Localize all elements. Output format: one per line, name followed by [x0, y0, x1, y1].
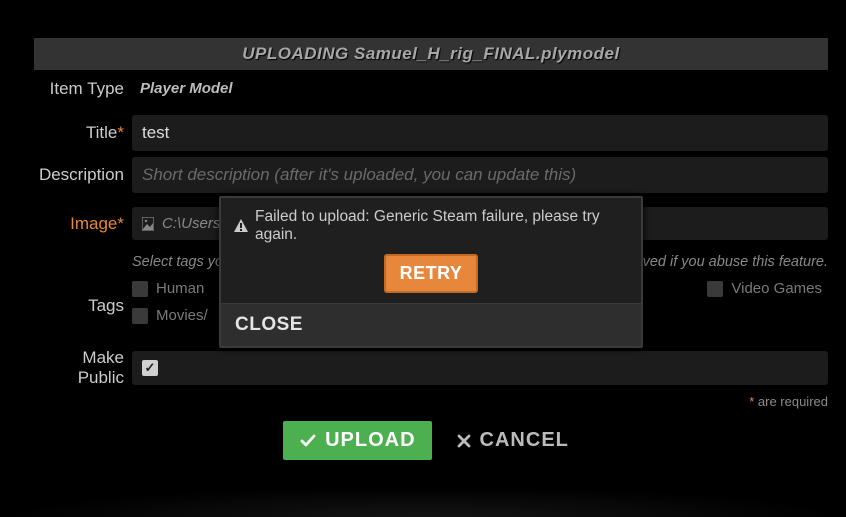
title-input[interactable]: [132, 115, 828, 151]
make-public-label: Make Public: [34, 348, 132, 388]
tags-label: Tags: [34, 254, 132, 316]
check-icon: [299, 432, 317, 450]
error-message-row: Failed to upload: Generic Steam failure,…: [221, 198, 641, 250]
make-public-row: Make Public: [34, 348, 828, 388]
banner-filename: Samuel_H_rig_FINAL.plymodel: [354, 44, 620, 63]
description-input[interactable]: [132, 157, 828, 193]
tag-movies[interactable]: Movies/: [132, 307, 208, 324]
checkbox-icon: [707, 281, 723, 297]
upload-banner: UPLOADING Samuel_H_rig_FINAL.plymodel: [34, 38, 828, 70]
item-type-value: Player Model: [132, 76, 828, 101]
image-path-text: C:\Users: [162, 215, 220, 232]
image-label: Image*: [34, 214, 132, 234]
retry-row: RETRY: [221, 250, 641, 303]
title-label: Title*: [34, 123, 132, 143]
warning-icon: [233, 218, 249, 234]
image-file-icon: [142, 217, 154, 231]
make-public-checkbox[interactable]: [142, 360, 158, 376]
banner-prefix: UPLOADING: [242, 44, 349, 63]
item-type-label: Item Type: [34, 79, 132, 99]
retry-button[interactable]: RETRY: [384, 254, 479, 293]
error-modal: Failed to upload: Generic Steam failure,…: [219, 196, 643, 348]
close-icon: [456, 433, 472, 449]
error-message-text: Failed to upload: Generic Steam failure,…: [255, 208, 629, 244]
close-row: CLOSE: [221, 303, 641, 346]
tag-video-games[interactable]: Video Games: [707, 280, 822, 297]
tag-human[interactable]: Human: [132, 280, 204, 297]
description-label: Description: [34, 165, 132, 185]
checkbox-icon: [132, 281, 148, 297]
form-actions: UPLOAD CANCEL: [34, 421, 828, 460]
required-note: * are required: [34, 394, 828, 409]
close-button[interactable]: CLOSE: [235, 314, 303, 336]
item-type-row: Item Type Player Model: [34, 76, 828, 101]
title-row: Title*: [34, 115, 828, 151]
floor-shadow: [0, 487, 846, 517]
upload-button[interactable]: UPLOAD: [283, 421, 431, 460]
cancel-button[interactable]: CANCEL: [446, 421, 579, 460]
checkbox-icon: [132, 308, 148, 324]
description-row: Description: [34, 157, 828, 193]
